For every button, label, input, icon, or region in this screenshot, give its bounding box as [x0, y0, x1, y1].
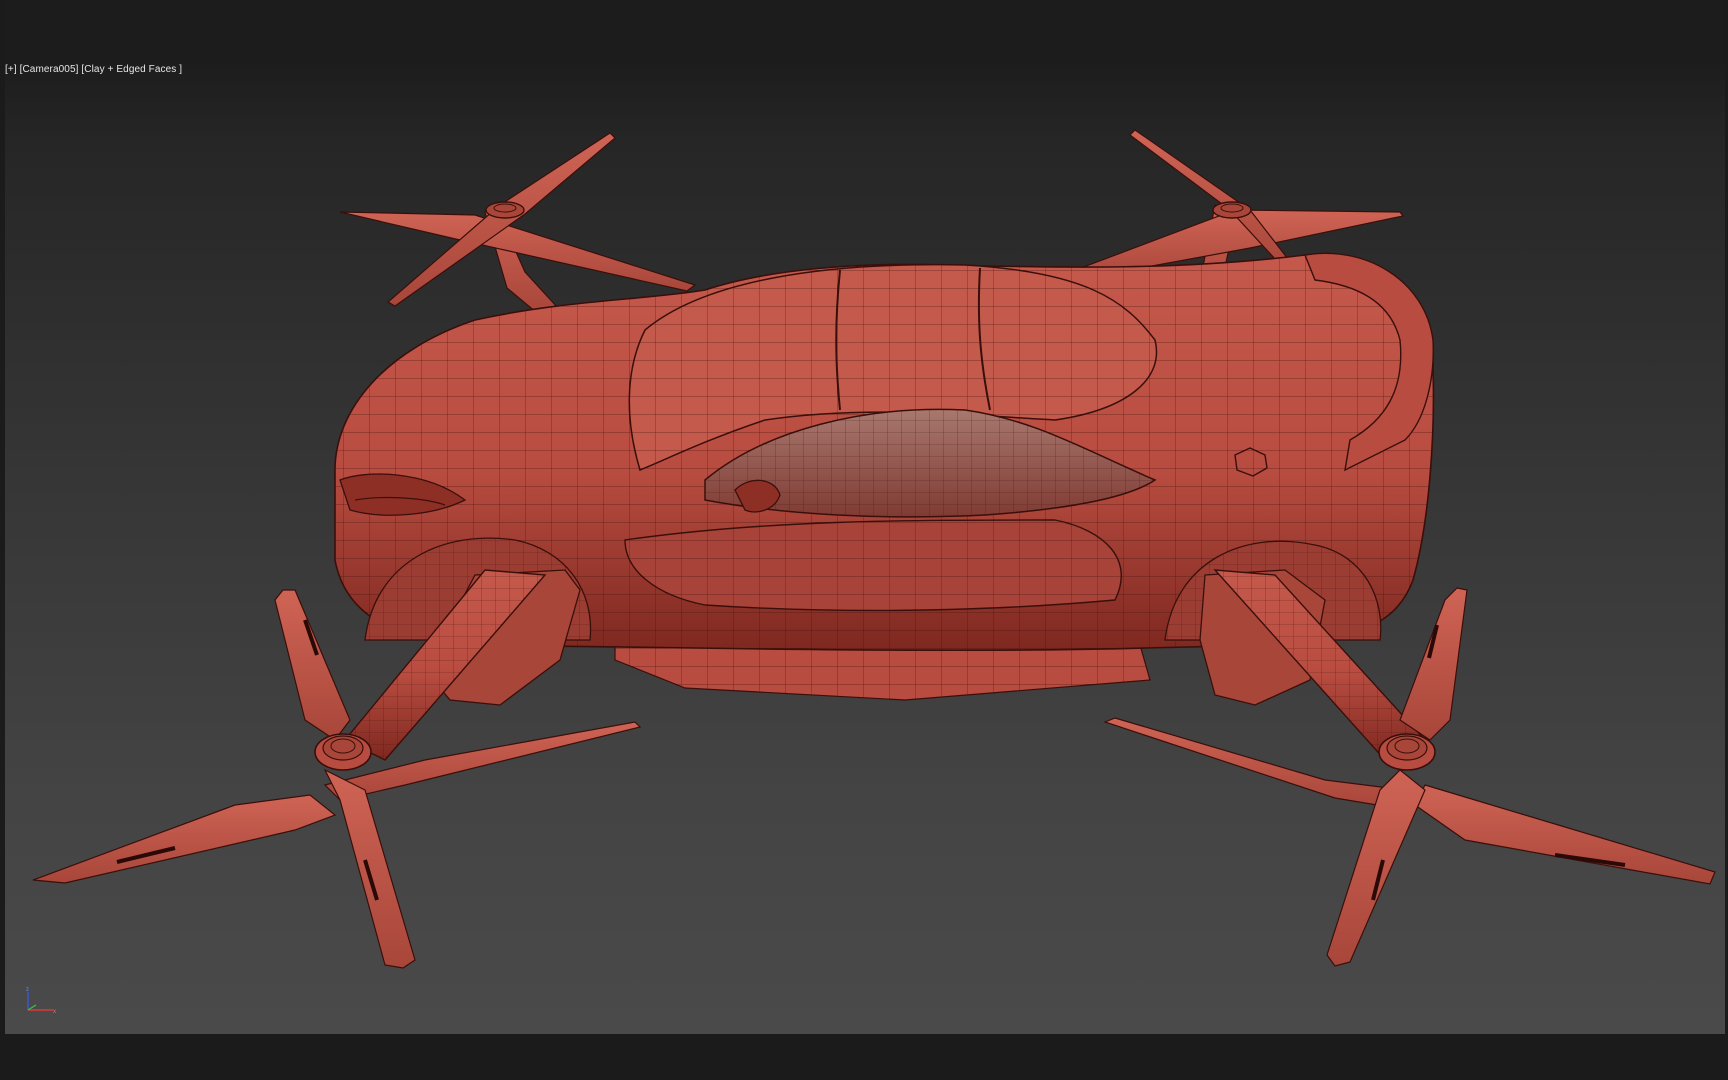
x-axis-label: x	[53, 1009, 56, 1014]
axis-gizmo: z x	[26, 987, 56, 1014]
z-axis-label: z	[26, 987, 29, 993]
y-axis-icon	[27, 1004, 37, 1011]
app-window: [+] [Camera005] [Clay + Edged Faces ] z …	[0, 0, 1728, 1080]
camera-viewport[interactable]: [+] [Camera005] [Clay + Edged Faces ] z …	[5, 0, 1725, 1034]
floor-panel	[614, 644, 1151, 701]
flying-car-model[interactable]	[5, 0, 1725, 1034]
rotor-rear-left	[339, 132, 697, 314]
bottom-bar	[0, 1034, 1728, 1080]
rotor-front-left	[32, 569, 642, 969]
